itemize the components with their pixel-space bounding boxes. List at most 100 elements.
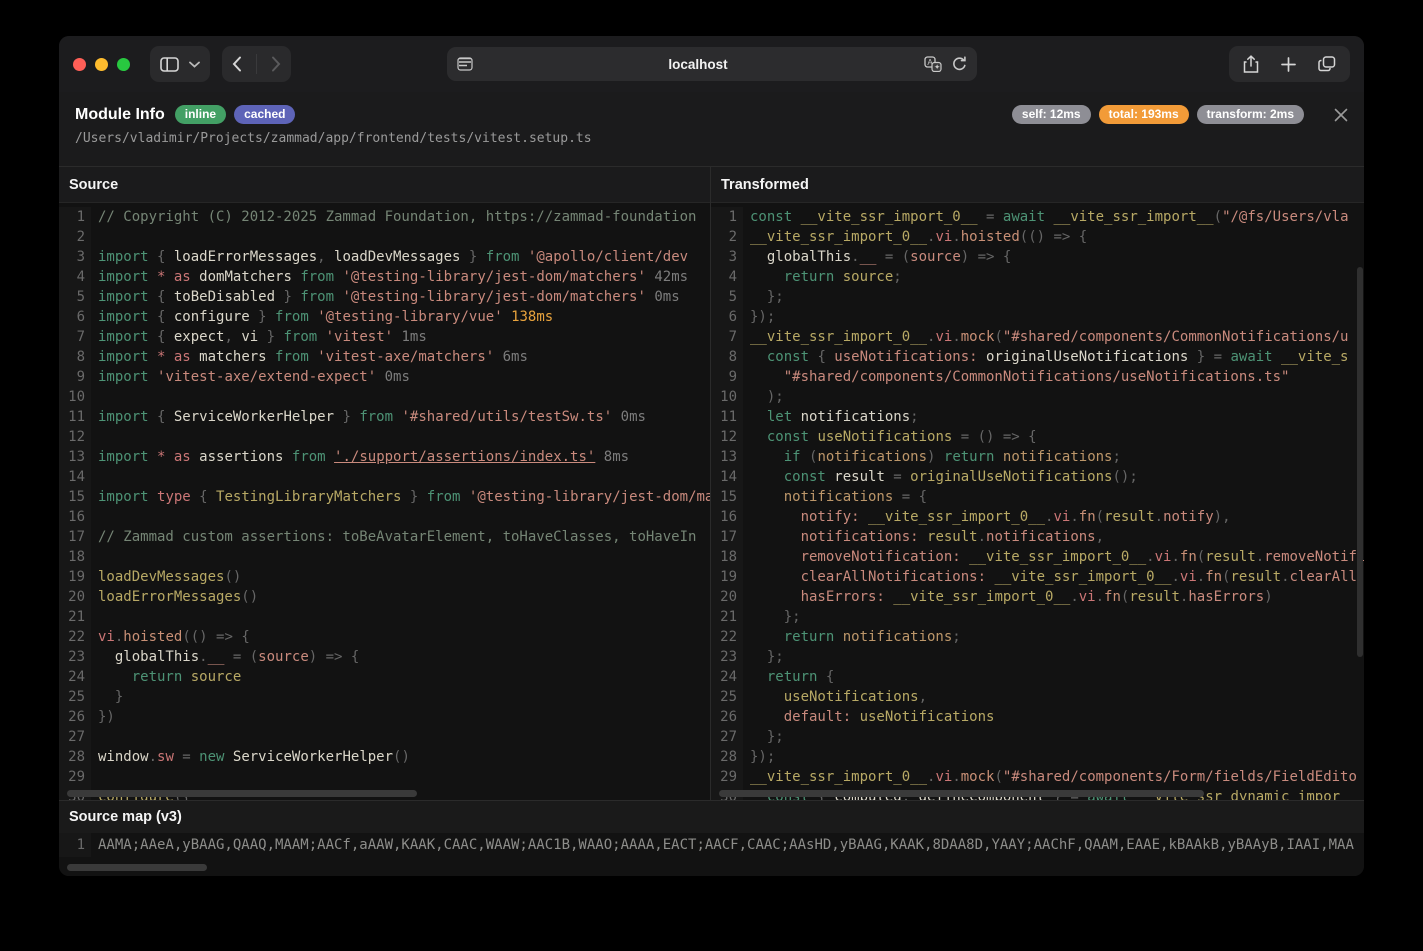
svg-text:✦: ✦ [934,63,941,72]
code-line: 21 }; [711,607,1364,627]
code-token: * as [157,269,199,285]
code-line: 16 [59,507,710,527]
line-number: 5 [59,287,91,307]
code-text: __vite_ssr_import_0__.vi.hoisted(() => { [743,227,1087,247]
code-token: . [851,249,859,265]
line-number: 14 [59,467,91,487]
code-token: originalUseNotifications [986,349,1188,365]
file-link[interactable]: './support/assertions/index.ts' [334,449,595,465]
new-tab-icon[interactable] [1281,57,1296,72]
code-line: 15import type { TestingLibraryMatchers }… [59,487,710,507]
url-text: localhost [473,57,924,72]
code-line: 27 }; [711,727,1364,747]
page-format-icon[interactable] [457,57,473,71]
page-title: Module Info [75,106,165,124]
code-token: { [157,309,174,325]
code-line: 4import * as domMatchers from '@testing-… [59,267,710,287]
code-text: // Zammad custom assertions: toBeAvatarE… [91,527,696,547]
code-token: matchers [199,349,275,365]
close-icon[interactable] [1334,108,1348,122]
traffic-light-minimize[interactable] [95,58,108,71]
code-token: ( [1197,549,1205,565]
sourcemap-hscrollbar[interactable] [67,864,207,871]
code-token: from [359,409,401,425]
line-number: 19 [711,567,743,587]
code-text: }; [743,647,784,667]
code-token: = ( [224,649,258,665]
translate-icon[interactable]: A ✦ [924,56,942,72]
code-line: 10 [59,387,710,407]
code-line: 11import { ServiceWorkerHelper } from '#… [59,407,710,427]
code-token: }); [750,309,775,325]
code-token: ); [750,389,784,405]
share-icon[interactable] [1243,55,1259,74]
code-token: = ( [876,249,910,265]
code-text: return { [743,667,834,687]
code-line: 8import * as matchers from 'vitest-axe/m… [59,347,710,367]
code-token: result [834,469,885,485]
code-line: 17// Zammad custom assertions: toBeAvata… [59,527,710,547]
code-line: 23 globalThis.__ = (source) => { [59,647,710,667]
code-text: import { configure } from '@testing-libr… [91,307,553,327]
chevron-down-icon [189,61,200,68]
code-text: globalThis.__ = (source) => { [91,647,359,667]
code-token: from [275,349,317,365]
code-token: result [1230,569,1281,585]
transformed-vscrollbar[interactable] [1357,267,1363,657]
code-line: 27 [59,727,710,747]
code-token: expect [174,329,225,345]
line-number: 1 [59,207,91,227]
line-number: 25 [711,687,743,707]
code-token: result [1129,589,1180,605]
code-text: import * as matchers from 'vitest-axe/ma… [91,347,528,367]
tab-overview-icon[interactable] [1318,56,1336,72]
sidebar-toggle-button[interactable] [150,46,210,82]
traffic-light-zoom[interactable] [117,58,130,71]
code-token: ), [1214,509,1231,525]
address-bar[interactable]: localhost A ✦ [447,47,977,81]
code-token: const [750,349,817,365]
code-token: "#shared/components/CommonNotifications/… [1003,329,1349,345]
code-text: const result = originalUseNotifications(… [743,467,1138,487]
code-text: __vite_ssr_import_0__.vi.mock("#shared/c… [743,327,1348,347]
code-token: import [98,329,157,345]
code-token: from [292,449,334,465]
source-hscrollbar[interactable] [67,790,417,797]
code-token: await [1230,349,1281,365]
code-text: __vite_ssr_import_0__.vi.mock("#shared/c… [743,767,1357,787]
code-text [91,547,98,567]
code-token: return [750,629,843,645]
browser-toolbar: localhost A ✦ [59,36,1364,92]
code-token: useNotifications [750,689,919,705]
code-line: 2 [59,227,710,247]
code-token: notify: [750,509,868,525]
code-token: __vite_ssr_import_0__ [750,229,927,245]
code-token: notifications [1003,449,1113,465]
code-line: 6import { configure } from '@testing-lib… [59,307,710,327]
line-number: 7 [59,327,91,347]
line-number: 17 [59,527,91,547]
metric-badge: total: 193ms [1099,105,1189,124]
line-number: 3 [711,247,743,267]
code-token: __vite_ssr_import_0__ [750,329,927,345]
code-token: fn [1205,569,1222,585]
transformed-hscrollbar[interactable] [719,790,1204,797]
forward-button[interactable] [271,56,281,72]
code-line: 1 // Copyright (C) 2012-2025 Zammad Found… [59,207,710,227]
code-line: 11 let notifications; [711,407,1364,427]
back-button[interactable] [232,56,242,72]
code-text: import 'vitest-axe/extend-expect' 0ms [91,367,410,387]
code-text: window.sw = new ServiceWorkerHelper() [91,747,410,767]
line-number: 22 [711,627,743,647]
code-token: // Copyright (C) 2012-2025 Zammad Founda… [98,209,696,225]
traffic-light-close[interactable] [73,58,86,71]
code-token: loadDevMessages [334,249,460,265]
code-line: 9 "#shared/components/CommonNotification… [711,367,1364,387]
reload-icon[interactable] [952,56,967,72]
code-token: . [952,769,960,785]
code-text [91,767,98,787]
code-token: , [1096,529,1104,545]
code-token: source [910,249,961,265]
code-token: ; [893,269,901,285]
line-number: 5 [711,287,743,307]
